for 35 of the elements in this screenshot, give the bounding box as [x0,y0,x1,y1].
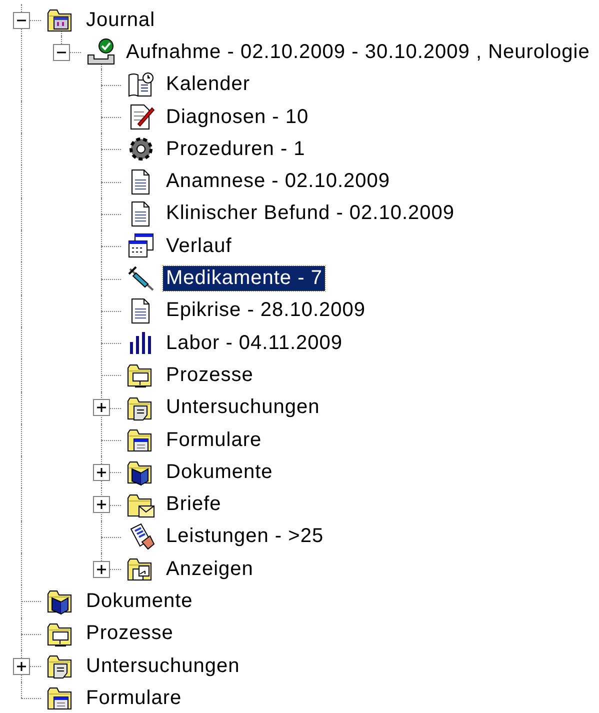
plus-icon [97,468,106,477]
tree-item-label[interactable]: Prozeduren - 1 [163,136,308,162]
tree-item-label[interactable]: Anamnese - 02.10.2009 [163,169,393,194]
tree-item-label[interactable]: Dokumente [83,588,196,614]
plus-icon [97,564,106,574]
tree-item-label[interactable]: Untersuchungen [83,654,243,679]
tree-item-label[interactable]: Medikamente - 7 [163,266,326,292]
plus-icon [97,500,106,510]
tray-check-icon [86,37,116,68]
tree-item-label[interactable]: Klinischer Befund - 02.10.2009 [163,201,458,226]
expand-toggle[interactable] [93,560,110,578]
tree-item-label[interactable]: Formulare [83,686,185,711]
expand-toggle[interactable] [93,399,110,416]
expand-toggle[interactable] [93,464,110,481]
tree-item-label[interactable]: Diagnosen - 10 [163,104,312,130]
plus-icon [17,662,26,671]
tree-item-label[interactable]: Briefe [163,492,224,518]
tree-item-label[interactable]: Dokumente [163,460,276,485]
tree-item-label[interactable]: Prozesse [83,621,176,646]
expand-toggle[interactable] [13,12,30,29]
tree-item-label[interactable]: Formulare [163,428,265,452]
plus-icon [97,403,106,412]
expand-toggle[interactable] [53,44,70,61]
tree-item-label[interactable]: Aufnahme - 02.10.2009 - 30.10.2009 , Neurologie [123,40,593,65]
tree-item-label[interactable]: Epikrise - 28.10.2009 [163,298,369,324]
tree-item-label[interactable]: Labor - 04.11.2009 [163,330,346,356]
tree-item-label[interactable]: Journal [83,8,158,33]
tree-item-label[interactable]: Anzeigen [163,556,256,582]
tree-item-label[interactable]: Kalender [163,72,254,98]
tree-item-label[interactable]: Prozesse [163,362,256,388]
tree-item-label[interactable]: Leistungen - >25 [163,524,327,550]
expand-toggle[interactable] [13,658,30,675]
expand-toggle[interactable] [93,496,110,514]
tree-item-label[interactable]: Verlauf [163,234,235,259]
tree-item-label[interactable]: Untersuchungen [163,395,323,420]
